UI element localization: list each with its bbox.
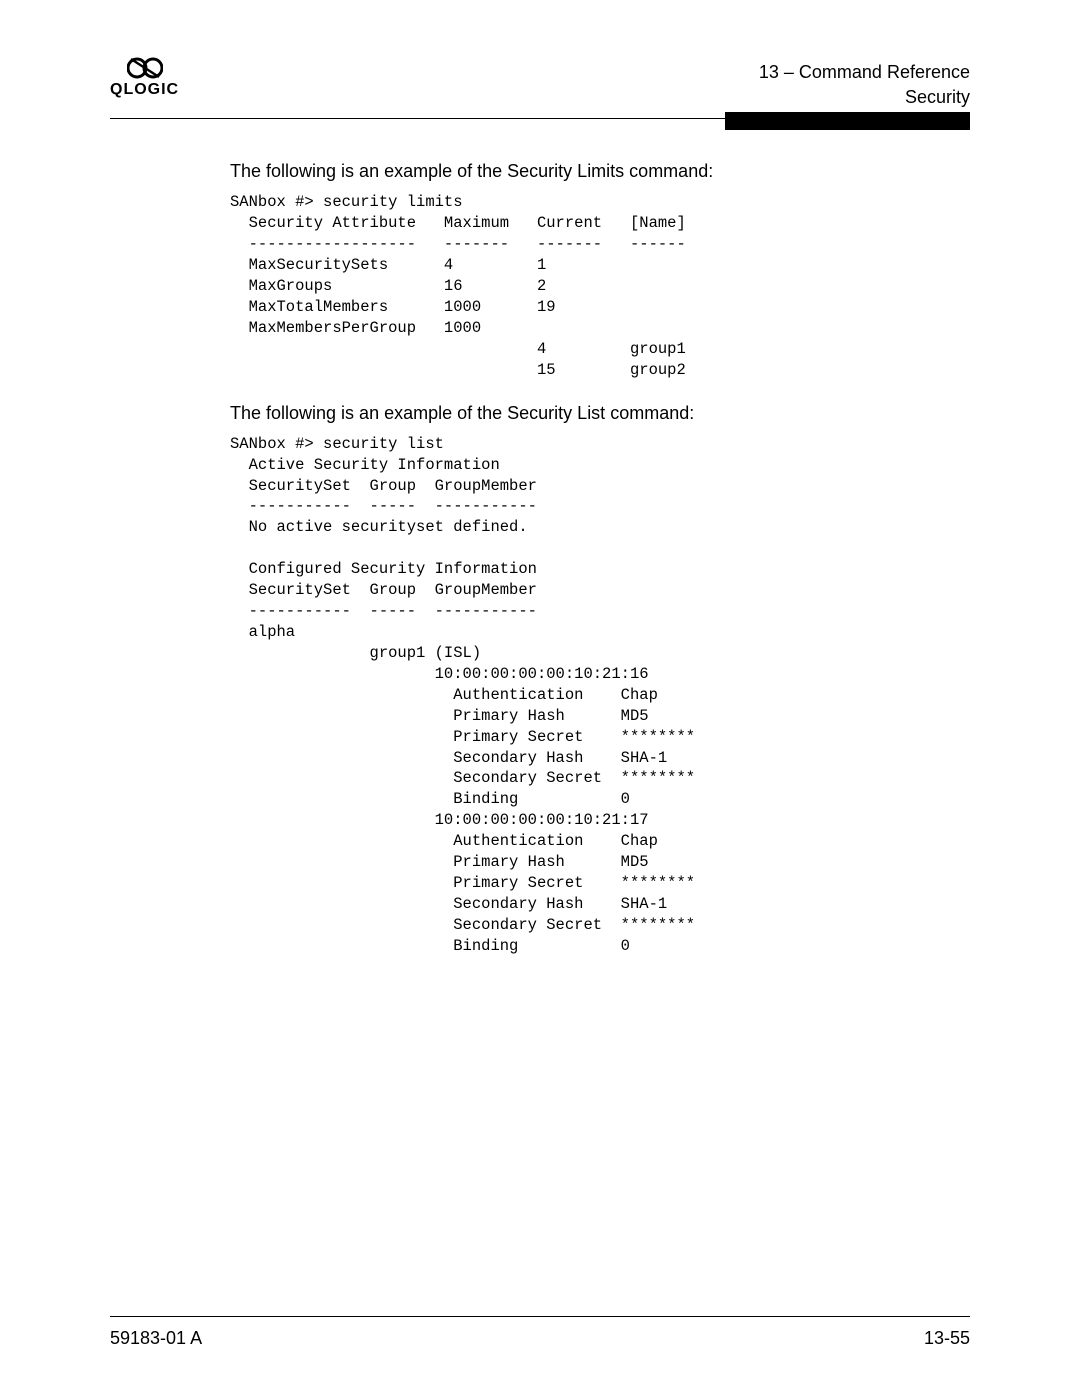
header-black-bar — [725, 112, 970, 130]
header-right: 13 – Command Reference Security — [759, 60, 970, 110]
qlogic-logo: QLOGIC — [110, 55, 179, 99]
page-header: QLOGIC 13 – Command Reference Security — [110, 60, 970, 110]
page-footer: 59183-01 A 13-55 — [110, 1328, 970, 1349]
logo-text: QLOGIC — [110, 81, 179, 99]
section-title: Security — [759, 85, 970, 110]
footer-doc-id: 59183-01 A — [110, 1328, 202, 1349]
chapter-title: 13 – Command Reference — [759, 60, 970, 85]
code-block-list: SANbox #> security list Active Security … — [230, 434, 970, 957]
page-content: The following is an example of the Secur… — [110, 119, 970, 956]
logo-icon — [127, 55, 163, 81]
intro-limits-text: The following is an example of the Secur… — [230, 161, 970, 182]
footer-page-number: 13-55 — [924, 1328, 970, 1349]
intro-list-text: The following is an example of the Secur… — [230, 403, 970, 424]
code-block-limits: SANbox #> security limits Security Attri… — [230, 192, 970, 380]
footer-rule — [110, 1316, 970, 1317]
